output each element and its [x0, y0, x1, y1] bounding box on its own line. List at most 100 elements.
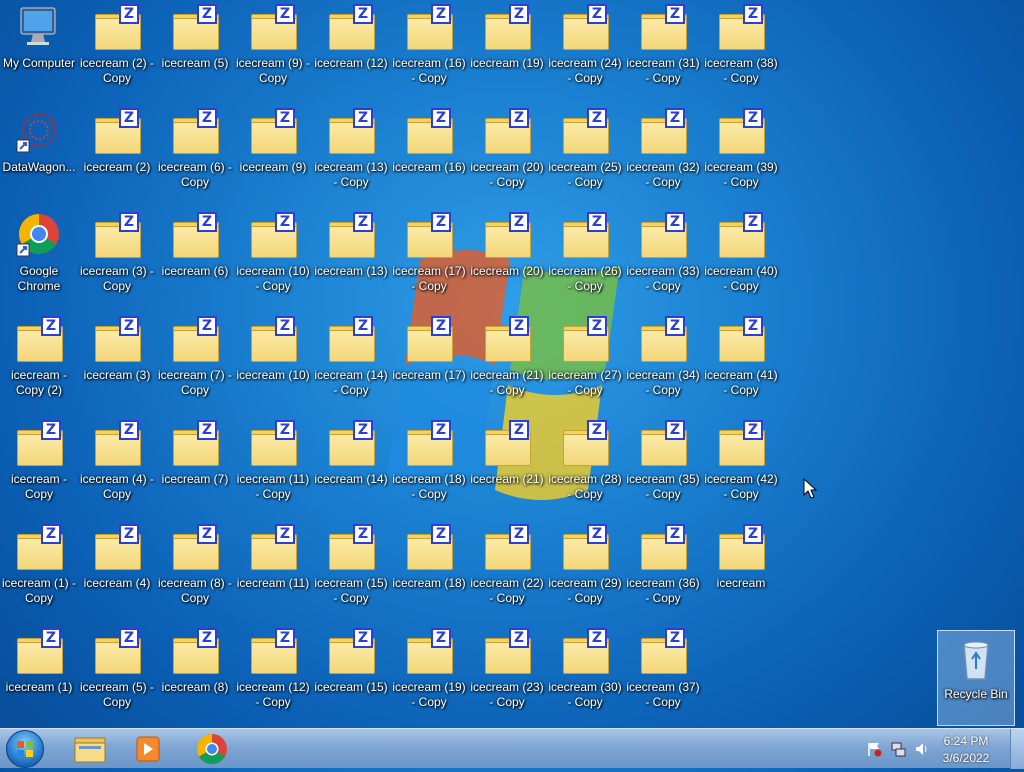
zip-folder-shortcut[interactable]: Zicecream (17): [390, 312, 468, 408]
zip-folder-shortcut[interactable]: Zicecream (36) - Copy: [624, 520, 702, 616]
zip-folder-shortcut[interactable]: Zicecream (7) - Copy: [156, 312, 234, 408]
zip-folder-shortcut[interactable]: Zicecream (40) - Copy: [702, 208, 780, 304]
desktop-icon-label: icecream (5): [161, 56, 229, 70]
desktop-icon-label: icecream (34) - Copy: [626, 368, 700, 397]
zip-folder-shortcut[interactable]: Zicecream (37) - Copy: [624, 624, 702, 720]
desktop-icon-label: icecream (14): [314, 472, 388, 486]
zip-folder-shortcut[interactable]: Zicecream (38) - Copy: [702, 0, 780, 96]
system-tray: 6:24 PM 3/6/2022: [860, 729, 1024, 769]
zip-badge: Z: [197, 420, 217, 440]
zip-folder-shortcut[interactable]: Zicecream (10): [234, 312, 312, 408]
zip-badge: Z: [431, 212, 451, 232]
zip-folder-shortcut[interactable]: Zicecream (32) - Copy: [624, 104, 702, 200]
computer-shortcut[interactable]: My Computer: [0, 0, 78, 96]
zip-folder-shortcut[interactable]: Zicecream (12) - Copy: [234, 624, 312, 720]
zip-folder-shortcut[interactable]: Zicecream - Copy: [0, 416, 78, 512]
action-center-flag-icon[interactable]: [866, 741, 882, 757]
zip-folder-shortcut[interactable]: Zicecream (9) - Copy: [234, 0, 312, 96]
desktop-icon-label: icecream (4): [83, 576, 151, 590]
zip-folder-shortcut[interactable]: Zicecream (2) - Copy: [78, 0, 156, 96]
zip-folder-shortcut[interactable]: Zicecream (3): [78, 312, 156, 408]
zip-folder-icon: Z: [327, 628, 375, 676]
zip-folder-icon: Z: [93, 212, 141, 260]
zip-folder-shortcut[interactable]: Zicecream (16) - Copy: [390, 0, 468, 96]
zip-folder-shortcut[interactable]: Zicecream (7): [156, 416, 234, 512]
zip-folder-shortcut[interactable]: Zicecream (33) - Copy: [624, 208, 702, 304]
taskbar-chrome[interactable]: [184, 731, 240, 767]
zip-folder-shortcut[interactable]: Zicecream (1): [0, 624, 78, 720]
zip-folder-shortcut[interactable]: Zicecream (15) - Copy: [312, 520, 390, 616]
zip-folder-shortcut[interactable]: Zicecream (14) - Copy: [312, 312, 390, 408]
zip-folder-shortcut[interactable]: Zicecream (24) - Copy: [546, 0, 624, 96]
show-desktop-button[interactable]: [1010, 729, 1024, 769]
zip-folder-shortcut[interactable]: Zicecream (18): [390, 520, 468, 616]
zip-folder-shortcut[interactable]: Zicecream (3) - Copy: [78, 208, 156, 304]
zip-folder-shortcut[interactable]: Zicecream (4): [78, 520, 156, 616]
zip-folder-shortcut[interactable]: Zicecream (19): [468, 0, 546, 96]
zip-folder-shortcut[interactable]: Zicecream (20): [468, 208, 546, 304]
zip-folder-shortcut[interactable]: Zicecream (6) - Copy: [156, 104, 234, 200]
zip-folder-shortcut[interactable]: Zicecream (39) - Copy: [702, 104, 780, 200]
desktop-icon-label: icecream (3): [83, 368, 151, 382]
zip-folder-shortcut[interactable]: Zicecream (26) - Copy: [546, 208, 624, 304]
zip-folder-shortcut[interactable]: Zicecream (1) - Copy: [0, 520, 78, 616]
zip-folder-shortcut[interactable]: Zicecream (29) - Copy: [546, 520, 624, 616]
zip-folder-shortcut[interactable]: Zicecream (9): [234, 104, 312, 200]
zip-folder-shortcut[interactable]: Zicecream (20) - Copy: [468, 104, 546, 200]
zip-folder-shortcut[interactable]: Zicecream (22) - Copy: [468, 520, 546, 616]
desktop-icon-label: icecream (10) - Copy: [236, 264, 310, 293]
zip-folder-shortcut[interactable]: Zicecream (6): [156, 208, 234, 304]
taskbar-windows-explorer[interactable]: [62, 731, 118, 767]
recycle-bin[interactable]: Recycle Bin: [937, 630, 1015, 726]
zip-folder-shortcut[interactable]: Zicecream (13) - Copy: [312, 104, 390, 200]
zip-folder-shortcut[interactable]: Zicecream (31) - Copy: [624, 0, 702, 96]
datawagon-shortcut[interactable]: DataWagon...: [0, 104, 78, 200]
zip-folder-shortcut[interactable]: Zicecream (11) - Copy: [234, 416, 312, 512]
zip-folder-shortcut[interactable]: Zicecream (34) - Copy: [624, 312, 702, 408]
zip-folder-shortcut[interactable]: Zicecream (25) - Copy: [546, 104, 624, 200]
clock-date[interactable]: 3/6/2022: [936, 751, 996, 765]
zip-folder-shortcut[interactable]: Zicecream (2): [78, 104, 156, 200]
taskbar-media-player[interactable]: [120, 731, 176, 767]
desktop-icon-label: icecream (8): [161, 680, 229, 694]
zip-folder-shortcut[interactable]: Zicecream (19) - Copy: [390, 624, 468, 720]
datawagon-icon: [15, 108, 63, 156]
zip-folder-shortcut[interactable]: Zicecream (30) - Copy: [546, 624, 624, 720]
zip-badge: Z: [743, 108, 763, 128]
zip-folder-shortcut[interactable]: Zicecream (8): [156, 624, 234, 720]
zip-folder-shortcut[interactable]: Zicecream (41) - Copy: [702, 312, 780, 408]
zip-folder-shortcut[interactable]: Zicecream (17) - Copy: [390, 208, 468, 304]
zip-folder-shortcut[interactable]: Zicecream (18) - Copy: [390, 416, 468, 512]
clock-time[interactable]: 6:24 PM: [936, 734, 996, 748]
zip-folder-shortcut[interactable]: Zicecream (11): [234, 520, 312, 616]
zip-badge: Z: [197, 212, 217, 232]
zip-folder-shortcut[interactable]: Zicecream - Copy (2): [0, 312, 78, 408]
zip-folder-shortcut[interactable]: Zicecream (13): [312, 208, 390, 304]
zip-folder-shortcut[interactable]: Zicecream (23) - Copy: [468, 624, 546, 720]
volume-icon[interactable]: [914, 741, 930, 757]
chrome-shortcut[interactable]: Google Chrome: [0, 208, 78, 304]
zip-folder-shortcut[interactable]: Zicecream (21): [468, 416, 546, 512]
zip-folder-shortcut[interactable]: Zicecream (8) - Copy: [156, 520, 234, 616]
zip-folder-shortcut[interactable]: Zicecream (27) - Copy: [546, 312, 624, 408]
zip-folder-shortcut[interactable]: Zicecream (15): [312, 624, 390, 720]
zip-folder-shortcut[interactable]: Zicecream (16): [390, 104, 468, 200]
zip-folder-shortcut[interactable]: Zicecream (14): [312, 416, 390, 512]
zip-folder-shortcut[interactable]: Zicecream (28) - Copy: [546, 416, 624, 512]
zip-folder-shortcut[interactable]: Zicecream (10) - Copy: [234, 208, 312, 304]
start-button[interactable]: [6, 730, 44, 768]
zip-folder-icon: Z: [561, 4, 609, 52]
zip-folder-shortcut[interactable]: Zicecream (12): [312, 0, 390, 96]
zip-folder-shortcut[interactable]: Zicecream: [702, 520, 780, 616]
zip-folder-shortcut[interactable]: Zicecream (35) - Copy: [624, 416, 702, 512]
zip-folder-shortcut[interactable]: Zicecream (21) - Copy: [468, 312, 546, 408]
zip-folder-shortcut[interactable]: Zicecream (5) - Copy: [78, 624, 156, 720]
zip-folder-shortcut[interactable]: Zicecream (4) - Copy: [78, 416, 156, 512]
zip-badge: Z: [119, 212, 139, 232]
desktop-icon-label: icecream (36) - Copy: [626, 576, 700, 605]
zip-folder-shortcut[interactable]: Zicecream (42) - Copy: [702, 416, 780, 512]
zip-folder-icon: Z: [93, 4, 141, 52]
zip-folder-shortcut[interactable]: Zicecream (5): [156, 0, 234, 96]
network-icon[interactable]: [890, 741, 906, 757]
zip-badge: Z: [119, 524, 139, 544]
